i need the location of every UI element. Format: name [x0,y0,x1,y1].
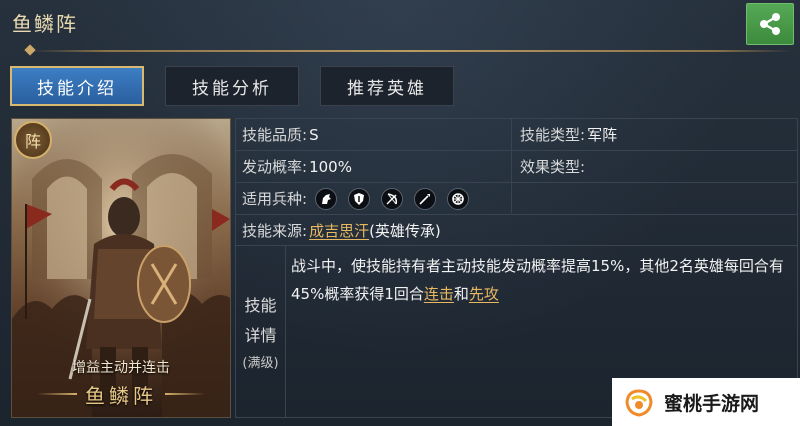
header-divider [30,50,792,52]
divider-ornament-icon [24,44,36,56]
info-row-source: 技能来源: 成吉思汗 (英雄传承) [236,215,797,247]
info-row-quality: 技能品质: S 技能类型: 军阵 [236,119,797,151]
archer-bow-icon [381,187,404,210]
card-name-row: 鱼鳞阵 [12,379,230,409]
source-label: 技能来源: [242,222,308,240]
detail-label-line2: 详情 [244,326,277,345]
tab-bar: 技能介绍 技能分析 推荐英雄 [10,66,454,106]
detail-label-line1: 技能 [244,296,277,315]
watermark-text: 蜜桃手游网 [664,392,760,415]
detail-text-main: 战斗中，使技能持有者主动技能发动概率提高15%，其他2名英雄每回合有45%概率获… [291,257,784,303]
card-name: 鱼鳞阵 [85,383,157,408]
ornament-left-icon [37,393,77,395]
tab-skill-analysis[interactable]: 技能分析 [165,66,299,106]
cavalry-icon [315,187,338,210]
formation-badge: 阵 [14,121,52,159]
detail-text-and: 和 [453,285,469,303]
quality-label: 技能品质: [242,126,308,144]
ornament-right-icon [165,393,205,395]
skill-card: 阵 增益主动并连击 鱼鳞阵 [11,118,231,418]
source-hero-link[interactable]: 成吉思汗 [309,220,369,241]
spear-icon [414,187,437,210]
tab-recommended-heroes[interactable]: 推荐英雄 [320,66,454,106]
rate-value: 100% [309,157,352,176]
info-row-troops: 适用兵种: [236,183,797,215]
troop-icons [315,187,470,210]
skill-info-table: 技能品质: S 技能类型: 军阵 发动概率: 100% 效果类型: 适用兵种: [235,118,798,246]
troops-label: 适用兵种: [242,190,308,208]
shield-infantry-icon [348,187,371,210]
share-icon [760,13,780,35]
siege-wheel-icon [447,187,470,210]
effect-label: 效果类型: [520,158,586,176]
page-title: 鱼鳞阵 [12,12,78,36]
combo-link[interactable]: 连击 [424,285,454,303]
tab-skill-intro[interactable]: 技能介绍 [10,66,144,106]
detail-text: 战斗中，使技能持有者主动技能发动概率提高15%，其他2名英雄每回合有45%概率获… [291,252,787,308]
type-label: 技能类型: [520,126,586,144]
detail-label: 技能 详情 (满级) [236,246,286,417]
detail-label-level: (满级) [242,356,279,371]
peach-logo-icon [625,389,653,417]
site-watermark: 蜜桃手游网 [612,378,800,426]
type-value: 军阵 [587,126,618,144]
rate-label: 发动概率: [242,158,308,176]
share-button[interactable] [746,3,794,45]
quality-value: S [309,125,319,144]
source-suffix: (英雄传承) [369,222,441,240]
first-strike-link[interactable]: 先攻 [469,285,499,303]
card-subtitle: 增益主动并连击 [72,360,170,376]
info-row-rate: 发动概率: 100% 效果类型: [236,151,797,183]
